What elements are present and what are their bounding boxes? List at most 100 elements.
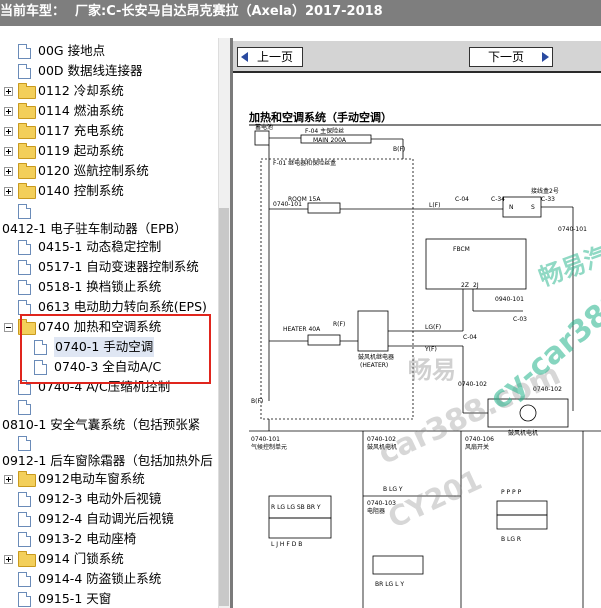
wiring-diagram: 加热和空调系统（手动空调） 蓄电池 F-04 主保险丝 MAIN 200A B(… [248,110,601,608]
document-icon [18,240,31,255]
label-f04: F-04 主保险丝 [305,127,344,135]
label-fbcm: FBCM [453,246,470,253]
tree-item-label: 00D 数据线连接器 [38,63,143,78]
label-n: N [509,204,514,211]
tree-item-label: 0112 冷却系统 [38,83,124,98]
label-pin-2j: 2J [473,282,479,289]
arrow-right-icon [542,52,549,62]
label-main: MAIN 200A [313,137,347,144]
highlight-box [20,314,211,384]
tree-item-label: 0114 燃油系统 [38,103,124,118]
label-conn-0740-101-b: 0740-101 [273,201,302,208]
tree-item-label: 0412-1 电子驻车制动器（EPB） [2,221,187,236]
tree-scrollbar-thumb[interactable] [219,208,229,606]
next-page-button[interactable]: 下一页 [469,47,553,67]
tree-item-label: 0912电动车窗系统 [38,471,145,486]
tree-item-label: 0912-4 自动调光后视镜 [38,511,174,526]
label-c34: C-34 [491,196,505,203]
tree-item-label: 0912-1 后车窗除霜器（包括加热外后 [2,453,213,468]
expand-icon[interactable] [4,167,13,176]
document-icon [18,260,31,275]
document-icon [18,592,31,607]
label-wire-yf: Y(F) [424,346,437,353]
label-wire-bf-2: B(F) [251,398,263,405]
tree-item-label: 0415-1 动态稳定控制 [38,239,162,254]
label-battery: 蓄电池 [255,123,273,131]
label-c33: C-33 [541,196,555,203]
conn-name-3: 风扇开关 [465,443,489,451]
label-conn-0740-101: 0740-101 [558,226,587,233]
label-c04-b: C-04 [463,334,477,341]
document-icon [18,400,31,415]
document-icon [18,44,31,59]
document-viewer: 上一页 下一页 加热和空调系统（手动空调） 蓄电池 F-04 主保险丝 MAIN… [233,41,601,608]
label-conn-0940-101: 0940-101 [495,296,524,303]
label-pin-2z: 2Z [461,282,469,289]
label-c04: C-04 [455,196,469,203]
conn-code-1: 0740-101 [251,436,280,443]
next-page-label: 下一页 [487,50,524,64]
diagram-title: 加热和空调系统（手动空调） [248,110,392,124]
folder-icon [18,163,36,179]
pin-row-1: R LG LG SB BR Y [271,504,321,511]
folder-icon [18,471,36,487]
document-icon [18,492,31,507]
document-icon [18,280,31,295]
tree-item-label: 0117 充电系统 [38,123,124,138]
expand-icon[interactable] [4,147,13,156]
collapse-icon[interactable] [4,323,13,332]
label-f01: F-01 继电器和保险丝盒 [273,159,336,167]
tree-item-label: 0517-1 自动变速器控制系统 [38,259,199,274]
label-junction-box: 接线盒2号 [531,187,559,195]
document-icon [18,204,31,219]
label-conn-0740-102-b: 0740-102 [533,386,562,393]
prev-page-label: 上一页 [256,50,293,64]
current-model-label: 当前车型： [0,4,66,19]
folder-icon [18,551,36,567]
prev-page-button[interactable]: 上一页 [237,47,303,67]
expand-icon[interactable] [4,107,13,116]
expand-icon[interactable] [4,127,13,136]
title-bar: 当前车型： 厂家:C-长安马自达昂克赛拉（Axela）2017-2018 [0,0,601,26]
tree-item-label: 0914-4 防盗锁止系统 [38,571,162,586]
expand-icon[interactable] [4,555,13,564]
conn-name-4: 电阻器 [367,507,385,515]
pin-row-2: L J H F D B [271,541,302,548]
document-icon [18,532,31,547]
label-heater-fuse: HEATER 40A [283,326,321,333]
conn-code-2: 0740-102 [367,436,396,443]
label-wire-rf: R(F) [333,321,345,328]
tree-item-label: 00G 接地点 [38,43,106,58]
expand-icon[interactable] [4,475,13,484]
tree-item-label: 0915-1 天窗 [38,591,112,606]
label-wire-lgf: LG(F) [425,324,441,331]
expand-icon[interactable] [4,187,13,196]
nav-divider [233,71,601,73]
folder-icon [18,83,36,99]
label-blower-motor: 鼓风机电机 [508,429,538,437]
tree-item-label: 0120 巡航控制系统 [38,163,149,178]
arrow-left-icon [241,52,248,62]
document-icon [18,300,31,315]
folder-icon [18,123,36,139]
tree-item-label: 0914 门锁系统 [38,551,124,566]
document-icon [18,512,31,527]
current-model-value: 厂家:C-长安马自达昂克赛拉（Axela）2017-2018 [75,4,383,19]
expand-icon[interactable] [4,87,13,96]
label-blower-relay: 鼓风机继电器 [358,353,394,361]
document-icon [18,64,31,79]
pin-row-4: BR LG L Y [375,581,404,588]
tree-item-label: 0518-1 换档锁止系统 [38,279,162,294]
label-relay-sub: (HEATER) [360,362,388,369]
tree-item-label: 0913-2 电动座椅 [38,531,137,546]
folder-icon [18,183,36,199]
tree-item-label: 0119 起动系统 [38,143,124,158]
conn-name-2: 鼓风机电机 [367,443,397,451]
label-c03: C-03 [513,316,527,323]
document-icon [18,572,31,587]
folder-icon [18,143,36,159]
label-s: S [531,204,535,211]
conn-code-3: 0740-106 [465,436,494,443]
folder-icon [18,103,36,119]
conn-name-1: 气候控制单元 [251,443,287,451]
